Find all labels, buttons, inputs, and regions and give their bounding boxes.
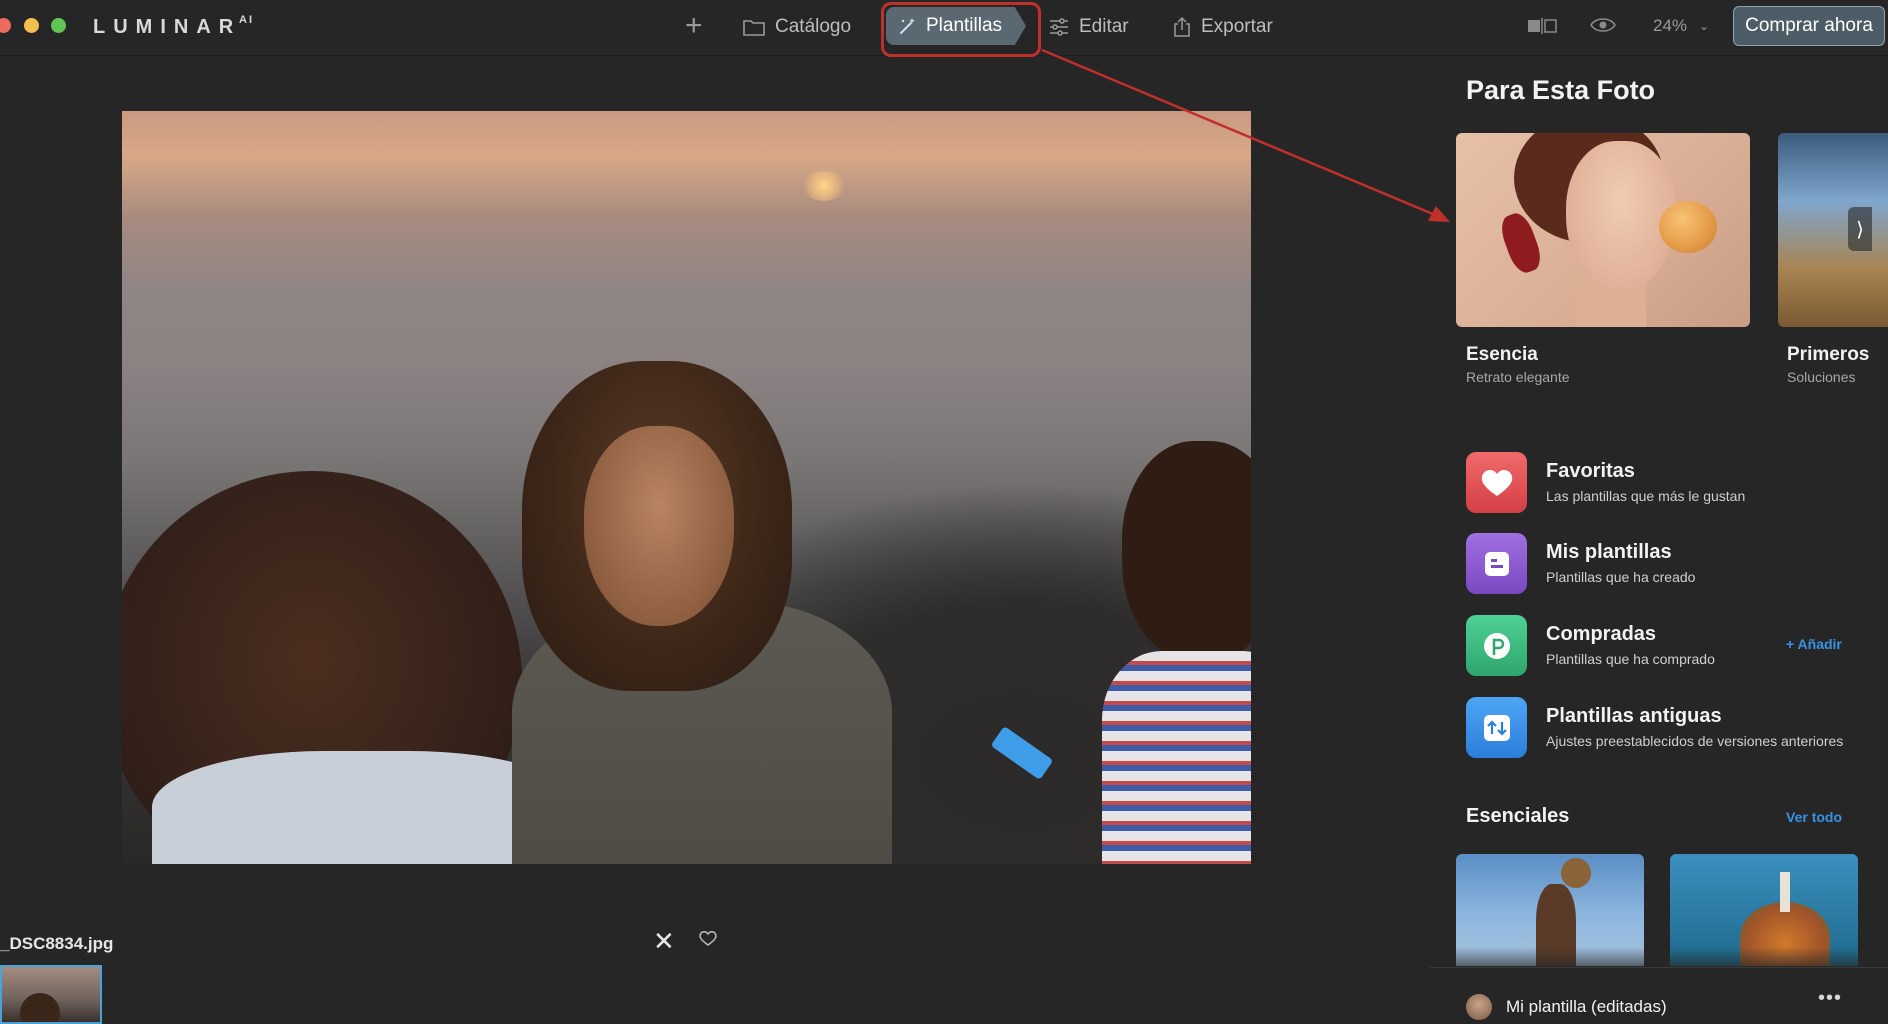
zoom-value: 24%	[1653, 16, 1688, 35]
card-image-bubble	[1659, 201, 1717, 253]
list-item-title: Plantillas antiguas	[1546, 705, 1722, 727]
template-doc-icon	[1466, 533, 1527, 594]
list-item-plantillas-antiguas[interactable]: Plantillas antiguas Ajustes preestableci…	[1466, 697, 1886, 759]
card-image-hat	[1561, 858, 1591, 888]
top-toolbar: LUMINAR AI + Catálogo Plantillas Editar …	[0, 0, 1888, 57]
heart-outline-icon[interactable]	[699, 930, 717, 946]
template-card-title: Primeros	[1787, 344, 1870, 365]
my-template-label[interactable]: Mi plantilla (editadas)	[1506, 997, 1667, 1017]
close-icon[interactable]: ✕	[653, 928, 675, 954]
list-item-subtitle: Plantillas que ha comprado	[1546, 651, 1715, 667]
section-title-esenciales: Esenciales	[1466, 805, 1570, 827]
panel-fade	[1430, 947, 1888, 977]
tab-editar-label: Editar	[1079, 16, 1129, 37]
photo-filename: _DSC8834.jpg	[0, 934, 114, 953]
panel-divider	[1430, 967, 1888, 968]
panel-title: Para Esta Foto	[1466, 75, 1656, 105]
card-image-church	[1780, 872, 1790, 912]
card-image-face	[1566, 141, 1676, 291]
template-card-subtitle: Soluciones	[1787, 369, 1856, 385]
app-logo: LUMINAR	[93, 16, 242, 38]
compare-icon[interactable]	[1527, 17, 1557, 35]
more-options-icon[interactable]: •••	[1818, 987, 1842, 1010]
eye-icon[interactable]	[1590, 16, 1616, 34]
list-item-title: Favoritas	[1546, 460, 1635, 482]
tab-catalogo[interactable]: Catálogo	[743, 14, 851, 40]
window-close-button[interactable]	[0, 18, 11, 33]
see-all-link[interactable]: Ver todo	[1786, 809, 1842, 825]
tab-editar[interactable]: Editar	[1049, 14, 1129, 40]
heart-icon	[1466, 452, 1527, 513]
share-icon	[1174, 16, 1190, 37]
import-arrows-icon	[1466, 697, 1527, 758]
window-minimize-button[interactable]	[24, 18, 39, 33]
window-zoom-button[interactable]	[51, 18, 66, 33]
annotation-highlight-box	[881, 2, 1041, 57]
zoom-select[interactable]: 24% ⌄	[1653, 16, 1709, 36]
list-item-subtitle: Plantillas que ha creado	[1546, 569, 1696, 585]
photo-boy-hair	[1122, 441, 1251, 661]
buy-now-button[interactable]: Comprar ahora	[1733, 6, 1885, 46]
list-item-mis-plantillas[interactable]: Mis plantillas Plantillas que ha creado	[1466, 533, 1886, 595]
add-link[interactable]: + Añadir	[1786, 636, 1842, 652]
photo-sun	[802, 171, 846, 201]
photo-boy-body	[1102, 651, 1251, 864]
sliders-icon	[1050, 18, 1068, 36]
tab-catalogo-label: Catálogo	[775, 16, 852, 37]
list-item-favoritas[interactable]: Favoritas Las plantillas que más le gust…	[1466, 452, 1886, 514]
templates-panel: Para Esta Foto Esencia Retrato elegante …	[1430, 57, 1888, 1024]
plus-icon[interactable]: +	[685, 10, 703, 42]
template-card-title: Esencia	[1466, 344, 1538, 365]
avatar	[1466, 994, 1492, 1020]
list-item-subtitle: Las plantillas que más le gustan	[1546, 488, 1746, 504]
list-item-title: Mis plantillas	[1546, 541, 1672, 563]
photo-girl-face	[584, 426, 734, 626]
thumbnail-figure	[20, 993, 60, 1022]
app-logo-suffix: AI	[239, 14, 254, 26]
tab-exportar-label: Exportar	[1201, 16, 1273, 37]
tab-exportar[interactable]: Exportar	[1173, 14, 1273, 40]
template-card-subtitle: Retrato elegante	[1466, 369, 1570, 385]
chevron-right-icon[interactable]: ⟩	[1848, 207, 1872, 251]
list-item-subtitle: Ajustes preestablecidos de versiones ant…	[1546, 733, 1844, 749]
folder-icon	[743, 20, 765, 36]
main-photo[interactable]	[122, 111, 1251, 864]
purchase-icon	[1466, 615, 1527, 676]
list-item-title: Compradas	[1546, 623, 1657, 645]
chevron-down-icon: ⌄	[1699, 19, 1710, 33]
filmstrip-thumbnail[interactable]	[0, 965, 102, 1024]
luminar-app-window: LUMINAR AI + Catálogo Plantillas Editar …	[0, 0, 1888, 1024]
template-card-esencia[interactable]	[1456, 133, 1750, 327]
